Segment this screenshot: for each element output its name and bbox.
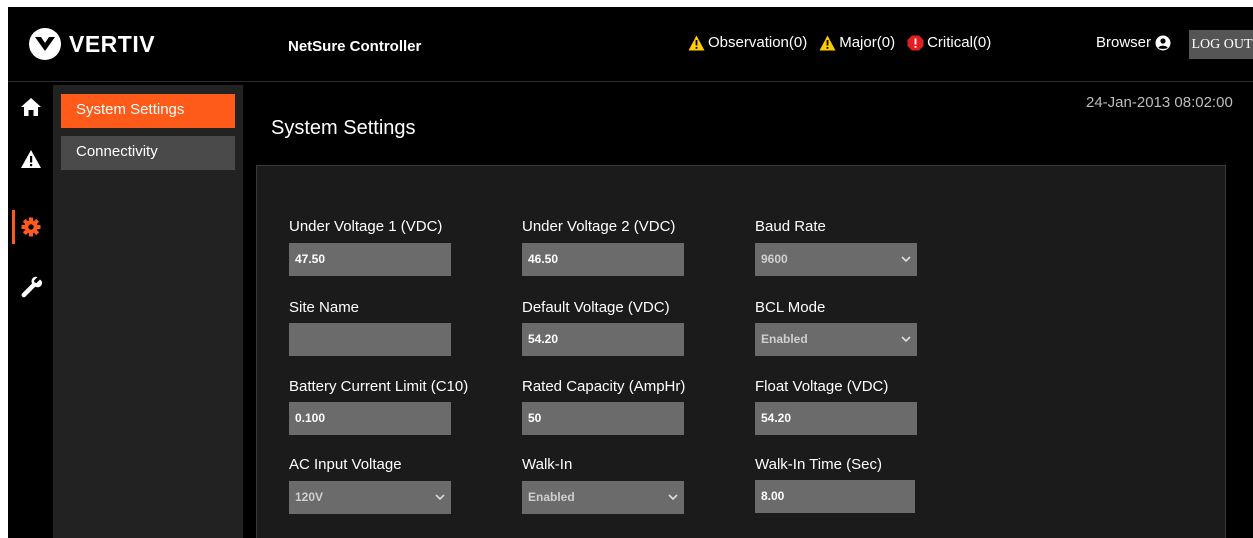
float-voltage-label: Float Voltage (VDC): [755, 378, 889, 395]
rated-capacity-label: Rated Capacity (AmpHr): [522, 378, 686, 395]
walk-in-label: Walk-In: [522, 456, 573, 473]
default-voltage-input[interactable]: 54.20: [522, 323, 684, 356]
float-voltage-input[interactable]: 54.20: [755, 402, 917, 435]
default-voltage-label: Default Voltage (VDC): [522, 299, 670, 316]
critical-exclamation-icon: [907, 35, 924, 50]
baud-rate-label: Baud Rate: [755, 218, 826, 235]
vertiv-logo: VERTIV: [28, 27, 155, 61]
user-circle-icon: [1155, 35, 1171, 50]
settings-submenu: System Settings Connectivity: [53, 85, 243, 538]
user-name: Browser: [1096, 34, 1152, 51]
warning-triangle-icon: [819, 35, 836, 50]
settings-panel: Under Voltage 1 (VDC) 47.50 Under Voltag…: [256, 165, 1226, 538]
home-icon: [20, 98, 41, 116]
controller-timestamp: 24-Jan-2013 08:02:00: [1086, 94, 1233, 111]
under-voltage-2-input[interactable]: 46.50: [522, 243, 684, 276]
nav-alarms[interactable]: [8, 139, 53, 179]
ac-input-voltage-label: AC Input Voltage: [289, 456, 402, 473]
observation-alarm-label: Observation(0): [708, 34, 808, 51]
walk-in-select[interactable]: Enabled: [522, 481, 684, 514]
chevron-down-icon: [901, 336, 911, 343]
app-window: VERTIV NetSure Controller Observation(0)…: [8, 7, 1253, 538]
page-title: System Settings: [271, 117, 416, 139]
chevron-down-icon: [901, 256, 911, 263]
product-name: NetSure Controller: [288, 38, 422, 55]
battery-current-limit-input[interactable]: 0.100: [289, 402, 451, 435]
major-alarm-label: Major(0): [839, 34, 896, 51]
site-name-input[interactable]: [289, 323, 451, 356]
icon-nav-rail: [8, 83, 53, 538]
submenu-connectivity[interactable]: Connectivity: [61, 136, 235, 170]
vertiv-logo-icon: [29, 28, 61, 60]
brand-name: VERTIV: [69, 30, 156, 57]
baud-rate-select[interactable]: 9600: [755, 243, 917, 276]
warning-triangle-icon: [688, 35, 705, 50]
top-bar: VERTIV NetSure Controller Observation(0)…: [8, 7, 1253, 82]
nav-home[interactable]: [8, 87, 53, 127]
bcl-mode-select[interactable]: Enabled: [755, 323, 917, 356]
major-alarm[interactable]: Major(0): [819, 34, 895, 51]
chevron-down-icon: [435, 494, 445, 501]
walk-in-value: Enabled: [528, 490, 575, 504]
site-name-label: Site Name: [289, 299, 360, 316]
baud-rate-value: 9600: [761, 252, 788, 266]
alarm-summary: Observation(0) Major(0) Critical(0): [688, 34, 1003, 51]
under-voltage-2-label: Under Voltage 2 (VDC): [522, 218, 676, 235]
logout-button[interactable]: LOG OUT: [1189, 30, 1253, 59]
rated-capacity-input[interactable]: 50: [522, 402, 684, 435]
nav-settings[interactable]: [8, 207, 53, 247]
alarm-icon: [20, 150, 41, 168]
user-menu[interactable]: Browser: [1096, 34, 1171, 51]
chevron-down-icon: [668, 494, 678, 501]
battery-current-limit-label: Battery Current Limit (C10): [289, 378, 469, 395]
observation-alarm[interactable]: Observation(0): [688, 34, 807, 51]
nav-maintenance[interactable]: [8, 267, 53, 307]
bcl-mode-value: Enabled: [761, 332, 808, 346]
under-voltage-1-input[interactable]: 47.50: [289, 243, 451, 276]
submenu-system-settings[interactable]: System Settings: [61, 94, 235, 128]
under-voltage-1-label: Under Voltage 1 (VDC): [289, 218, 443, 235]
bcl-mode-label: BCL Mode: [755, 299, 826, 316]
walk-in-time-input[interactable]: 8.00: [755, 480, 915, 513]
walk-in-time-label: Walk-In Time (Sec): [755, 456, 882, 473]
ac-input-voltage-value: 120V: [295, 490, 324, 504]
critical-alarm-label: Critical(0): [927, 34, 992, 51]
ac-input-voltage-select[interactable]: 120V: [289, 481, 451, 514]
gear-icon: [21, 217, 40, 237]
critical-alarm[interactable]: Critical(0): [907, 34, 991, 51]
wrench-icon: [21, 276, 42, 298]
